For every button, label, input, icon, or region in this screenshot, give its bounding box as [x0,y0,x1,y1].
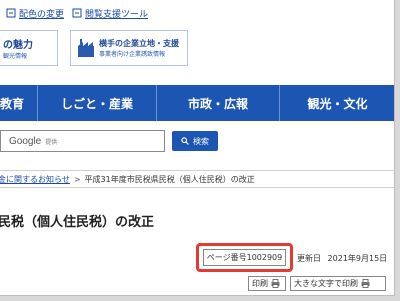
tourism-banner[interactable]: の魅力 観光情報 [0,30,58,66]
updated-date: 2021年9月15日 [327,254,388,263]
google-label: Google [9,135,42,147]
square-bullet-icon [6,8,16,18]
search-button-label: 検索 [193,136,209,146]
print-label: 印刷 [252,279,268,288]
utility-bar: 配色の変更 閲覧支援ツール [0,6,156,20]
web-page: 配色の変更 閲覧支援ツール の魅力 観光情報 横手の企業立地・支援 事業者向け企… [0,0,395,296]
factory-icon [78,39,94,57]
business-banner-sub: 事業者向け企業誘致情報 [99,51,166,58]
printer-icon [361,279,370,288]
provider-label: 提供 [45,138,58,146]
color-change-label: 配色の変更 [19,9,65,20]
updated-label: 更新日 [297,254,321,263]
search-input[interactable]: Google 提供 [0,130,165,152]
search-icon [181,137,189,145]
large-print-button[interactable]: 大きな文字で印刷 [290,276,386,291]
page-number-highlight: ページ番号1002909 [196,243,293,272]
nav-item-tourism-culture[interactable]: 観光・文化 [280,85,394,121]
screenshot-frame: 配色の変更 閲覧支援ツール の魅力 観光情報 横手の企業立地・支援 事業者向け企… [0,0,400,301]
breadcrumb-separator: > [73,174,81,184]
reading-tool-link[interactable]: 閲覧支援ツール [72,7,148,20]
search-button[interactable]: 検索 [172,131,218,151]
tourism-banner-sub: 観光情報 [3,53,28,60]
business-banner[interactable]: 横手の企業立地・支援 事業者向け企業誘致情報 [70,30,188,66]
square-bullet-icon [72,8,82,18]
tourism-banner-title: の魅力 [3,40,33,51]
page-title: 民税（個人住民税）の改正 [0,215,155,230]
business-banner-title: 横手の企業立地・支援 [99,39,179,48]
global-nav: 教育 しごと・産業 市政・広報 観光・文化 [0,85,394,121]
breadcrumb-link[interactable]: 金に関するお知らせ [0,174,70,185]
nav-item-education[interactable]: 教育 [0,85,38,121]
printer-icon [271,279,280,288]
page-number: ページ番号1002909 [203,249,286,266]
updated-info: 更新日 2021年9月15日 [297,253,387,264]
breadcrumb: 金に関するお知らせ > 平成31年度市民税県民税（個人住民税）の改正 [0,170,394,188]
large-print-label: 大きな文字で印刷 [294,279,358,288]
nav-item-city-admin[interactable]: 市政・広報 [157,85,280,121]
color-change-link[interactable]: 配色の変更 [6,7,64,20]
print-button[interactable]: 印刷 [248,276,286,291]
nav-item-work-industry[interactable]: しごと・産業 [38,85,157,121]
reading-tool-label: 閲覧支援ツール [85,9,149,20]
breadcrumb-current: 平成31年度市民税県民税（個人住民税）の改正 [84,174,255,184]
